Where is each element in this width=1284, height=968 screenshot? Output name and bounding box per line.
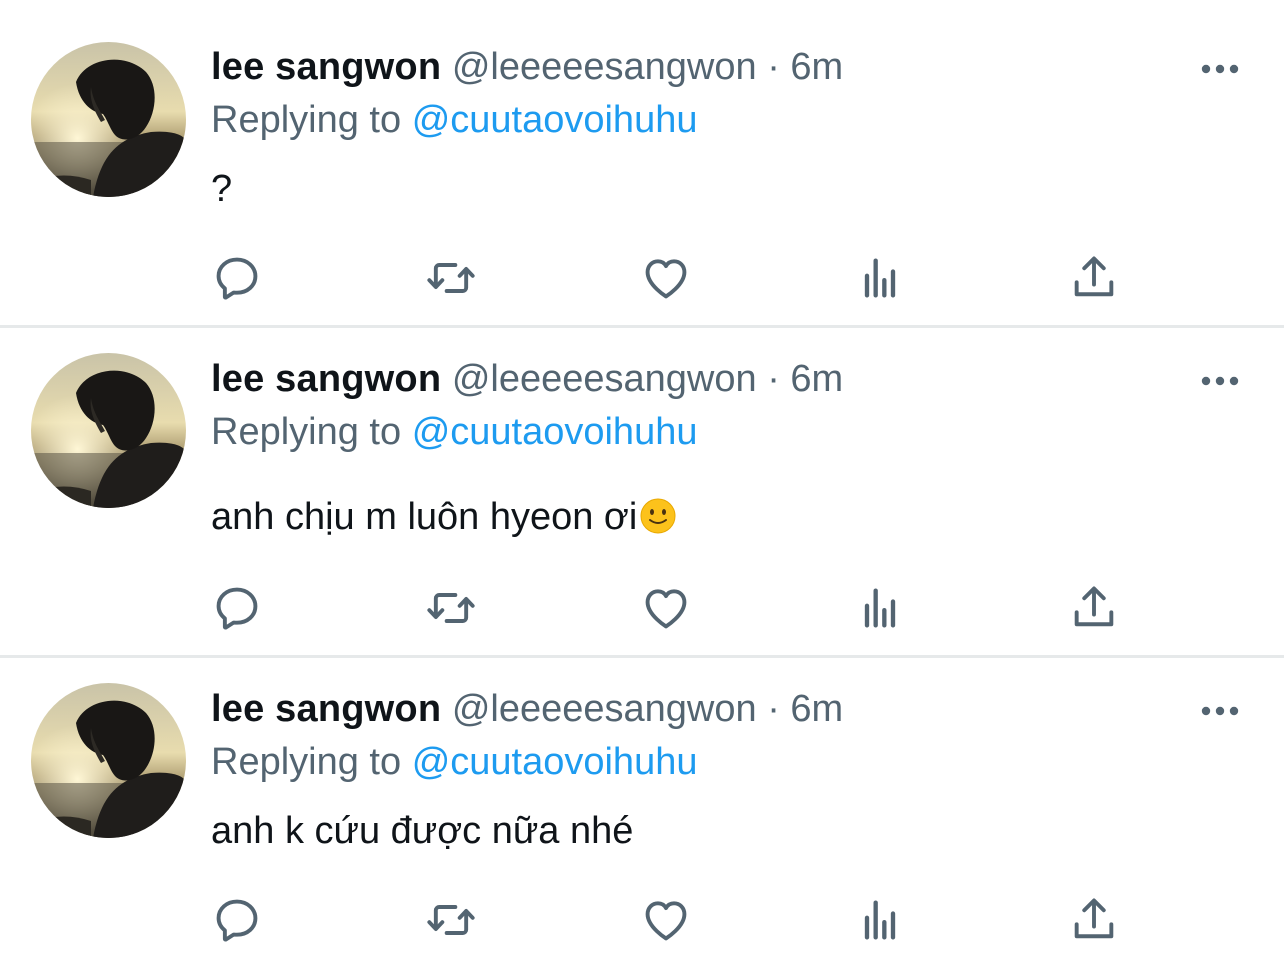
more-icon[interactable] [1200,374,1240,386]
replying-to: Replying to @cuutaovoihuhu [211,739,697,785]
retweet-icon[interactable] [425,252,477,304]
tweet-text-content: anh chịu m luôn hyeon ơi [211,496,638,538]
timestamp[interactable]: 6m [790,358,843,400]
tweet[interactable]: lee sangwon @leeeeesangwon · 6m Replying… [0,328,1284,655]
share-icon[interactable] [1068,582,1120,634]
reply-icon[interactable] [211,894,263,946]
tweet[interactable]: lee sangwon @leeeeesangwon · 6m Replying… [0,658,1284,968]
display-name[interactable]: lee sangwon [211,358,441,400]
user-handle[interactable]: @leeeeesangwon [452,688,757,730]
action-bar [0,252,1284,304]
analytics-icon[interactable] [854,252,906,304]
retweet-icon[interactable] [425,894,477,946]
separator: · [767,46,780,88]
retweet-icon[interactable] [425,582,477,634]
replying-prefix: Replying to [211,411,402,453]
timestamp[interactable]: 6m [790,46,843,88]
analytics-icon[interactable] [854,582,906,634]
user-handle[interactable]: @leeeeesangwon [452,46,757,88]
tweet-text: ? [211,168,233,210]
avatar[interactable] [31,683,186,838]
tweet[interactable]: lee sangwon @leeeeesangwon · 6m Replying… [0,0,1284,325]
separator: · [767,688,780,730]
like-icon[interactable] [640,582,692,634]
mention-link[interactable]: @cuutaovoihuhu [412,99,698,141]
action-bar [0,894,1284,946]
replying-to: Replying to @cuutaovoihuhu [211,97,697,143]
share-icon[interactable] [1068,894,1120,946]
share-icon[interactable] [1068,252,1120,304]
mention-link[interactable]: @cuutaovoihuhu [412,741,698,783]
mention-link[interactable]: @cuutaovoihuhu [412,411,698,453]
tweet-header: lee sangwon @leeeeesangwon · 6m [211,686,843,732]
more-icon[interactable] [1200,62,1240,74]
separator: · [767,358,780,400]
like-icon[interactable] [640,252,692,304]
replying-prefix: Replying to [211,99,402,141]
tweet-text: anh chịu m luôn hyeon ơi [211,494,677,540]
like-icon[interactable] [640,894,692,946]
reply-icon[interactable] [211,582,263,634]
analytics-icon[interactable] [854,894,906,946]
replying-prefix: Replying to [211,741,402,783]
display-name[interactable]: lee sangwon [211,46,441,88]
user-handle[interactable]: @leeeeesangwon [452,358,757,400]
tweet-header: lee sangwon @leeeeesangwon · 6m [211,356,843,402]
action-bar [0,582,1284,634]
tweet-text: anh k cứu được nữa nhé [211,810,634,852]
avatar[interactable] [31,353,186,508]
tweet-header: lee sangwon @leeeeesangwon · 6m [211,44,843,90]
replying-to: Replying to @cuutaovoihuhu [211,409,697,455]
reply-icon[interactable] [211,252,263,304]
slightly-smiling-face-emoji [640,498,676,534]
more-icon[interactable] [1200,704,1240,716]
avatar[interactable] [31,42,186,197]
display-name[interactable]: lee sangwon [211,688,441,730]
timestamp[interactable]: 6m [790,688,843,730]
